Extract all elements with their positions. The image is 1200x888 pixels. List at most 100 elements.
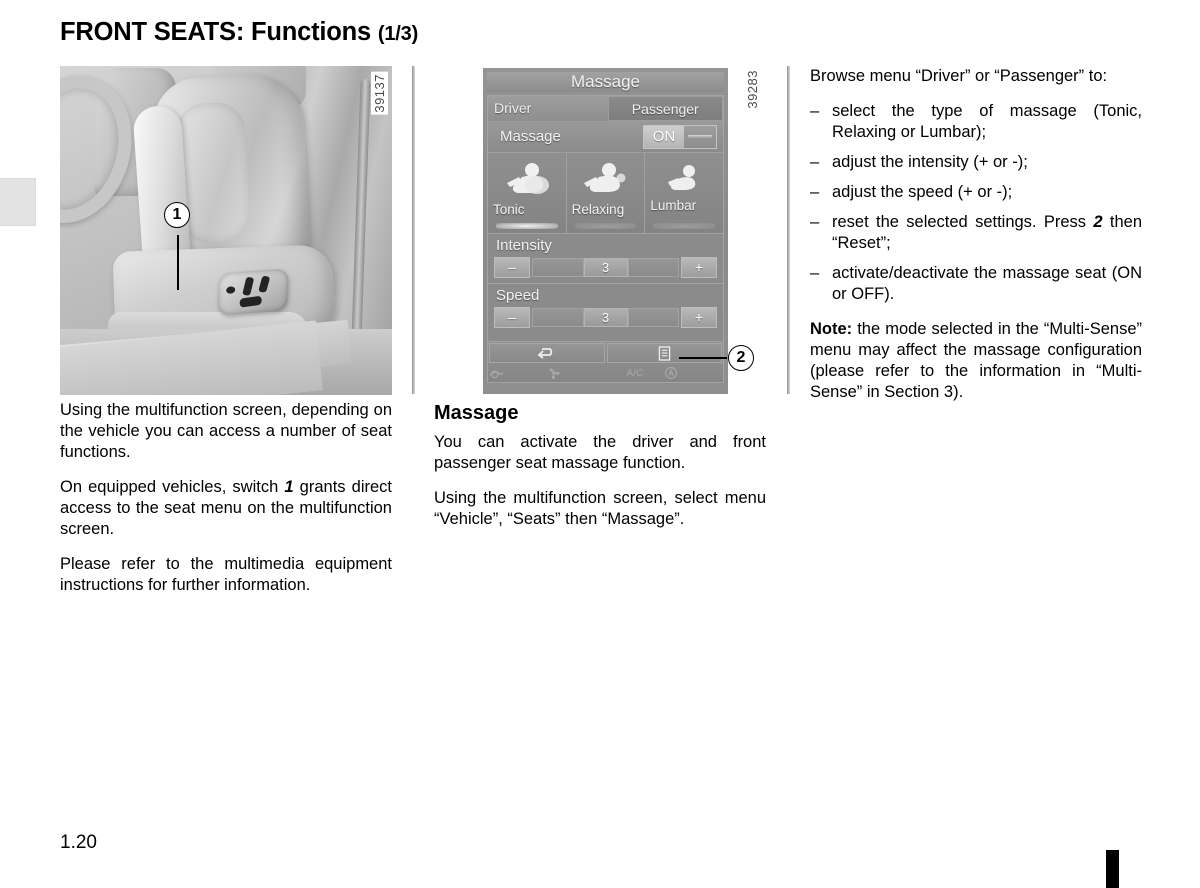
screen-bottom-bar: A/C	[488, 341, 723, 382]
seat-control-switch-pad	[217, 268, 289, 316]
callout-1: 1	[164, 202, 190, 228]
dash-bullet: –	[810, 153, 820, 171]
toggle-knob	[684, 125, 716, 148]
intensity-slider-group: Intensity – 3 +	[488, 233, 723, 283]
intensity-track-right	[627, 258, 679, 277]
section-edge-tab	[0, 178, 36, 226]
column-middle: Massage You can activate the driver and …	[434, 402, 766, 530]
mode-button-lumbar[interactable]: Lumbar	[645, 153, 724, 233]
middle-paragraph-2: Using the multifunction screen, select m…	[434, 489, 766, 528]
speed-label: Speed	[496, 287, 540, 304]
list-item: – activate/deactivate the massage seat (…	[810, 263, 1142, 305]
seat-massage-icon	[567, 161, 645, 197]
speed-value: 3	[583, 308, 628, 327]
mode-label-relaxing: Relaxing	[571, 202, 625, 217]
menu-button[interactable]	[606, 343, 722, 363]
list-item: – reset the selected settings. Press 2 t…	[810, 212, 1142, 254]
intensity-plus-button[interactable]: +	[681, 257, 717, 278]
speed-slider-group: Speed – 3 +	[488, 283, 723, 333]
switch-button-headrest	[258, 275, 271, 293]
list-item: – adjust the speed (+ or -);	[810, 182, 1142, 203]
switch-reference-2: 2	[1093, 213, 1103, 231]
speed-track[interactable]: 3	[532, 307, 679, 328]
back-arrow-icon	[536, 346, 558, 360]
mode-button-relaxing[interactable]: Relaxing	[566, 153, 646, 233]
switch-button-massage	[226, 286, 236, 294]
ac-icon[interactable]: A/C	[606, 368, 665, 379]
note-text: the mode selected in the “Multi-Sense” m…	[810, 320, 1142, 401]
right-intro-paragraph: Browse menu “Driver” or “Passenger” to:	[810, 67, 1108, 85]
fan-icon[interactable]	[547, 366, 606, 380]
auto-icon[interactable]	[664, 366, 723, 380]
back-button[interactable]	[489, 343, 605, 363]
seat-massage-icon	[645, 161, 723, 197]
page-title-fraction: (1/3)	[377, 23, 419, 45]
middle-paragraph-1: You can activate the driver and front pa…	[434, 433, 766, 472]
mode-selected-indicator-tonic	[496, 223, 558, 229]
intensity-track[interactable]: 3	[532, 257, 679, 278]
manual-page: FRONT SEATS: Functions (1/3) 39137 1 Mas…	[0, 0, 1200, 888]
bullet-text-4-before: reset the selected settings. Press	[832, 213, 1094, 231]
massage-on-off-toggle[interactable]: ON	[643, 124, 717, 149]
left-paragraph-1: Using the multifunction screen, dependin…	[60, 401, 392, 461]
page-title: FRONT SEATS: Functions (1/3)	[60, 18, 418, 47]
mode-selected-indicator-lumbar	[653, 223, 716, 229]
callout-2-leader-line	[679, 357, 727, 359]
bullet-text-3: adjust the speed (+ or -);	[832, 183, 1013, 201]
column-divider-left	[412, 66, 415, 394]
intensity-label: Intensity	[496, 237, 552, 254]
switch-button-cushion	[239, 295, 262, 308]
dash-bullet: –	[810, 264, 820, 282]
note-paragraph: Note: the mode selected in the “Multi-Se…	[810, 319, 1142, 403]
dash-bullet: –	[810, 102, 820, 120]
bullet-text-2: adjust the intensity (+ or -);	[832, 153, 1028, 171]
seat-photo-figure: 39137	[60, 66, 392, 395]
speed-minus-button[interactable]: –	[494, 307, 530, 328]
screen-tabs: Driver Passenger	[488, 96, 723, 121]
page-title-main: FRONT SEATS: Functions	[60, 18, 372, 46]
dash-bullet: –	[810, 213, 820, 231]
menu-list-icon	[658, 345, 671, 361]
mode-button-tonic[interactable]: Tonic	[488, 153, 567, 233]
speed-track-right	[627, 308, 679, 327]
callout-2: 2	[728, 345, 754, 371]
corner-marker	[1106, 850, 1119, 888]
tab-passenger[interactable]: Passenger	[607, 96, 723, 121]
switch-reference-1: 1	[284, 478, 294, 496]
massage-mode-buttons: Tonic Relaxing Lumbar	[488, 153, 724, 233]
mode-label-tonic: Tonic	[493, 202, 525, 217]
figure-reference-number: 39283	[744, 68, 761, 111]
page-number: 1.20	[60, 832, 97, 853]
intensity-track-left	[532, 258, 584, 277]
intensity-slider-row: – 3 +	[494, 257, 717, 278]
massage-options-list: – select the type of massage (Tonic, Rel…	[810, 101, 1142, 305]
speed-slider-row: – 3 +	[494, 307, 717, 328]
switch-button-backrest	[242, 276, 255, 296]
left-paragraph-3: Please refer to the multimedia equipment…	[60, 555, 392, 594]
screen-bottom-buttons	[488, 342, 723, 364]
figure-reference-number: 39137	[371, 72, 388, 115]
tab-driver[interactable]: Driver	[488, 96, 608, 121]
list-item: – adjust the intensity (+ or -);	[810, 152, 1142, 173]
dash-bullet: –	[810, 183, 820, 201]
left-paragraph-2-before: On equipped vehicles, switch	[60, 478, 285, 496]
massage-toggle-label: Massage	[500, 128, 561, 145]
note-label: Note:	[810, 320, 853, 338]
screen-title: Massage	[487, 72, 724, 92]
mode-label-lumbar: Lumbar	[650, 198, 697, 213]
list-item: – select the type of massage (Tonic, Rel…	[810, 101, 1142, 143]
bullet-text-1: select the type of massage (Tonic, Relax…	[832, 102, 1142, 141]
seat-massage-icon	[488, 161, 566, 197]
air-recirculation-icon[interactable]	[488, 367, 547, 380]
intensity-minus-button[interactable]: –	[494, 257, 530, 278]
left-paragraph-2: On equipped vehicles, switch 1 grants di…	[60, 477, 392, 540]
screen-body: Driver Passenger Massage ON Tonic Relaxi…	[487, 95, 724, 383]
mode-selected-indicator-relaxing	[574, 223, 637, 229]
speed-plus-button[interactable]: +	[681, 307, 717, 328]
column-left: Using the multifunction screen, dependin…	[60, 400, 392, 596]
toggle-on-state: ON	[644, 125, 684, 148]
column-right: Browse menu “Driver” or “Passenger” to: …	[810, 66, 1142, 403]
column-divider-right	[787, 66, 790, 394]
hvac-icon-row: A/C	[488, 364, 723, 382]
multimedia-screen-figure: Massage Driver Passenger Massage ON Toni…	[483, 68, 728, 394]
